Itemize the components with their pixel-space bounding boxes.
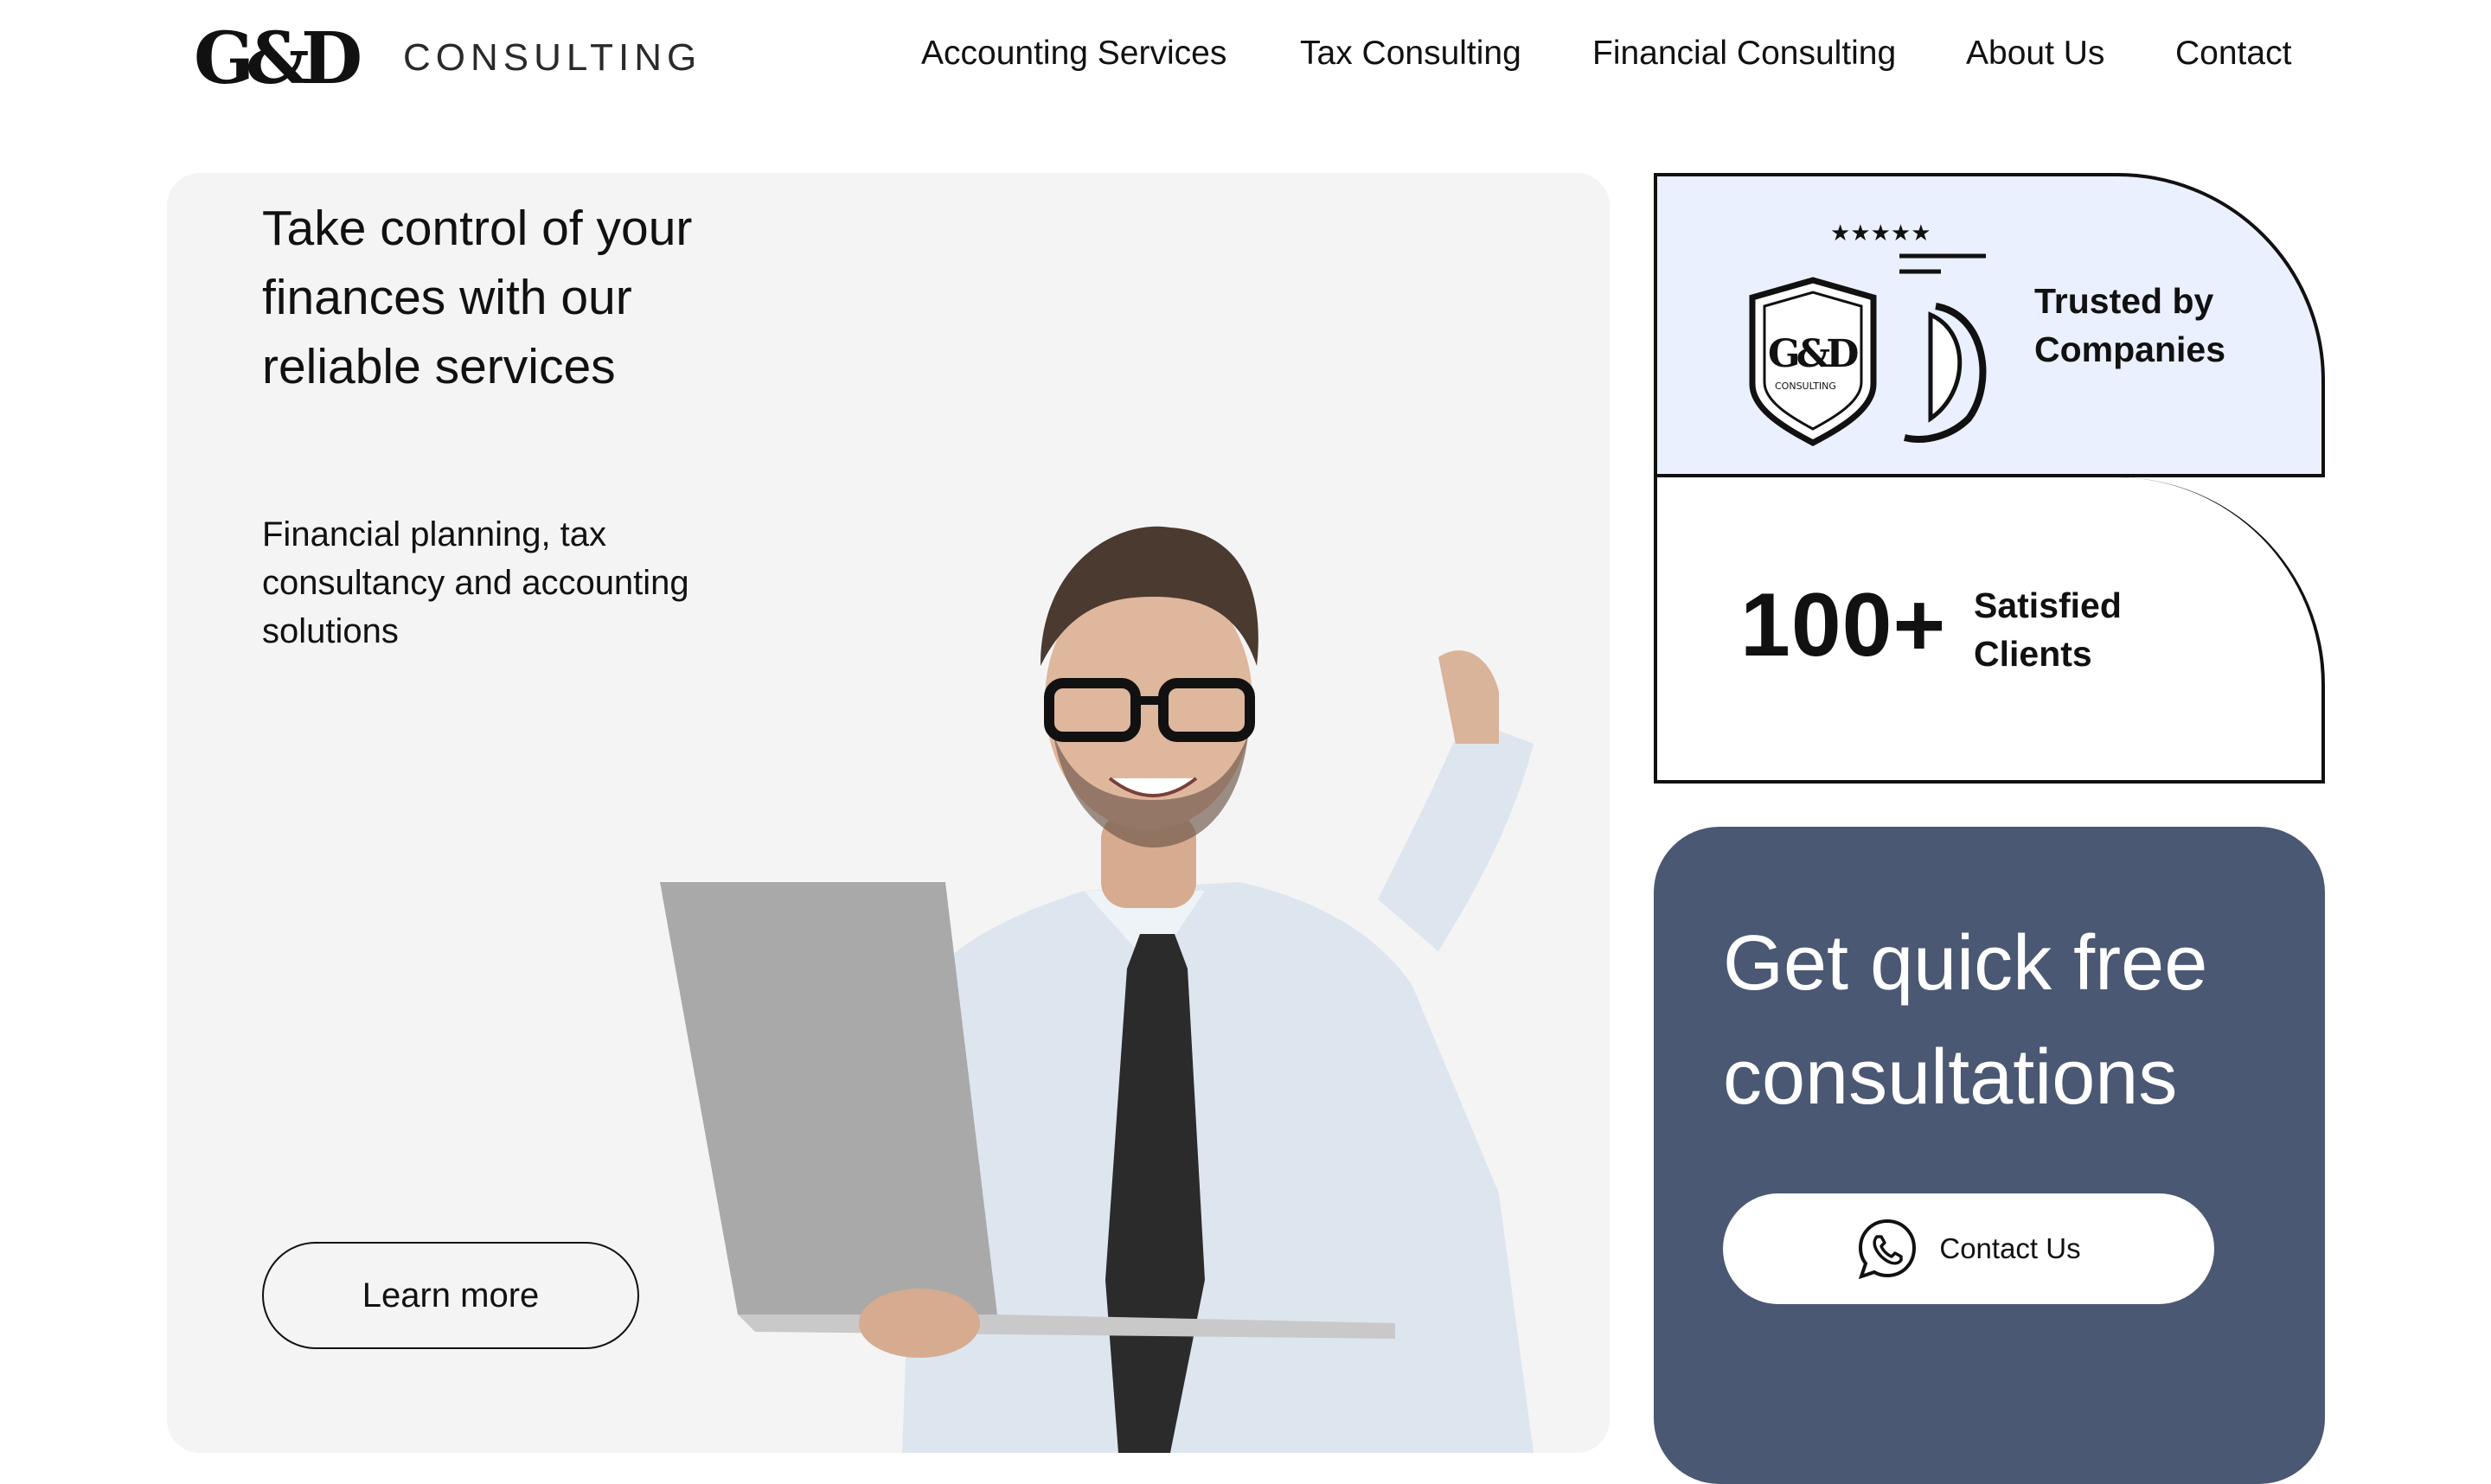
trusted-label: Trusted by Companies	[2034, 281, 2225, 369]
nav-accounting-services[interactable]: Accounting Services	[921, 35, 1226, 73]
logo-wordmark: CONSULTING	[403, 36, 702, 79]
clients-card: 100+ Satisfied Clients	[1654, 477, 2325, 784]
hero-section: Take control of your finances with our r…	[167, 173, 1610, 1453]
whatsapp-icon	[1859, 1219, 1917, 1280]
svg-text:CONSULTING: CONSULTING	[1775, 381, 1836, 392]
nav-contact[interactable]: Contact	[2175, 35, 2291, 73]
man-with-laptop-photo	[660, 526, 1534, 1453]
nav-about-us[interactable]: About Us	[1966, 35, 2104, 73]
consult-title: Get quick free consultations	[1723, 920, 2208, 1121]
logo-mark-icon: G&D	[194, 21, 368, 93]
nav-tax-consulting[interactable]: Tax Consulting	[1300, 35, 1521, 73]
learn-more-button[interactable]: Learn more	[262, 1242, 639, 1349]
nav-financial-consulting[interactable]: Financial Consulting	[1592, 35, 1896, 73]
contact-us-button[interactable]: Contact Us	[1723, 1193, 2214, 1304]
shield-badge-icon: ★★★★★ G&D CONSULTING	[1749, 221, 1987, 446]
trusted-card: ★★★★★ G&D CONSULTING Trusted by Companie…	[1654, 173, 2325, 477]
consult-card: Get quick free consultations Contact Us	[1654, 827, 2325, 1484]
svg-text:G&D: G&D	[1768, 332, 1858, 376]
svg-text:G&D: G&D	[194, 21, 360, 93]
clients-count: 100+	[1740, 575, 1947, 675]
logo[interactable]: G&D CONSULTING	[192, 21, 696, 93]
clients-label: Satisfied Clients	[1974, 585, 2122, 674]
contact-us-label: Contact Us	[1939, 1232, 2081, 1264]
svg-text:★★★★★: ★★★★★	[1830, 221, 1931, 246]
